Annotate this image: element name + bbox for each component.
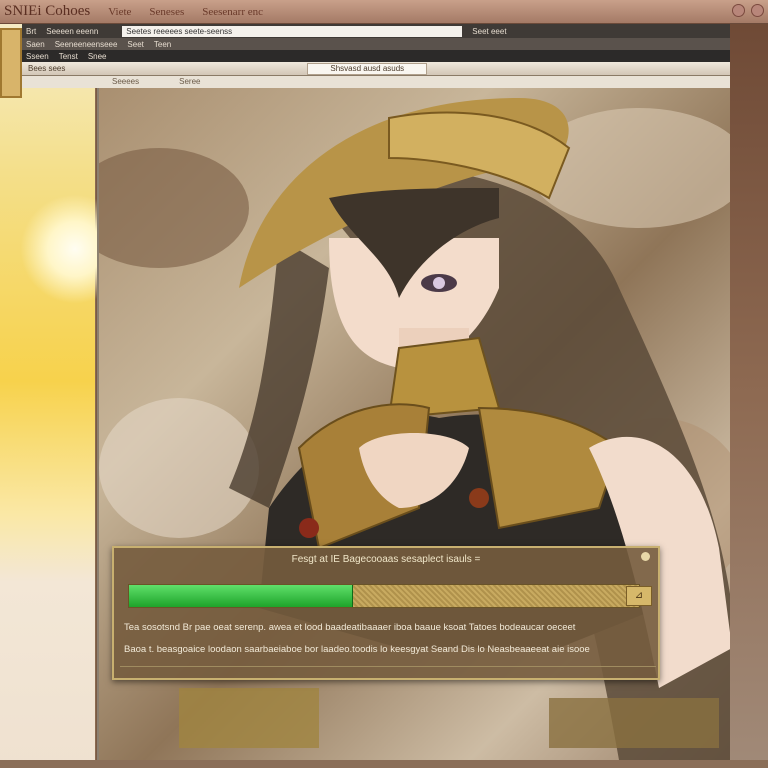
address-field[interactable]: Seetes reeeees seete-seenss — [122, 25, 463, 37]
minimize-icon[interactable] — [732, 4, 745, 17]
toolbar3-item-1[interactable]: Sseen — [26, 52, 49, 61]
toolbar-primary: Brt Seeeen eeenn Seetes reeeees seete-se… — [22, 24, 730, 38]
maximize-icon[interactable] — [751, 4, 764, 17]
toolbar3-item-3[interactable]: Snee — [88, 52, 107, 61]
title-bar: SNIEi Cohoes Viete Seneses Seesenarr enc — [0, 0, 768, 24]
tab-strip: Bees sees Shsvasd ausd asuds — [22, 62, 730, 76]
toolbar2-item-4[interactable]: Teen — [154, 40, 171, 49]
toolbar2-item-2[interactable]: Seeneeneenseee — [55, 40, 118, 49]
dialog-title: Fesgt at IE Bagecooaas sesaplect isauls … — [291, 554, 481, 565]
toolbar3-item-2[interactable]: Tenst — [59, 52, 78, 61]
window-controls — [732, 4, 764, 17]
toolbar-item-1[interactable]: Brt — [26, 27, 36, 36]
toolbar2-item-3[interactable]: Seet — [127, 40, 143, 49]
menu-item-view[interactable]: Viete — [108, 6, 131, 18]
menu-item-services[interactable]: Seneses — [149, 6, 184, 18]
dialog-separator — [120, 666, 656, 667]
dialog-action-button[interactable]: ⊿ — [626, 586, 652, 606]
left-preview-panel — [0, 24, 130, 768]
toolbar2-item-1[interactable]: Saen — [26, 40, 45, 49]
right-side-strip — [730, 24, 768, 768]
progress-bar — [128, 584, 640, 608]
tab-active[interactable]: Shsvasd ausd asuds — [307, 62, 428, 75]
dialog-message-line-1: Tea sosotsnd Br pae oeat serenp. awea et… — [124, 622, 576, 633]
toolbar-item-2[interactable]: Seeeen eeenn — [46, 27, 98, 36]
progress-remaining — [353, 585, 639, 607]
sub-toolbar: Seeees Seree — [22, 76, 730, 88]
progress-dialog: Fesgt at IE Bagecooaas sesaplect isauls … — [112, 546, 660, 680]
progress-fill — [129, 585, 354, 607]
subbar-item-1[interactable]: Seeees — [112, 76, 139, 88]
dialog-message-line-2: Baoa t. beasgoaice loodaon saarbaeiaboe … — [124, 644, 590, 655]
app-title: SNIEi Cohoes — [4, 3, 91, 19]
menu-item-search[interactable]: Seesenarr enc — [202, 6, 263, 18]
toolbar-tertiary: Sseen Tenst Snee — [22, 50, 730, 62]
tab-left[interactable]: Bees sees — [28, 64, 65, 73]
subbar-item-2[interactable]: Seree — [179, 76, 200, 88]
toolbar-secondary: Saen Seeneeneenseee Seet Teen — [22, 38, 730, 50]
status-bar — [0, 760, 768, 768]
toolbar-item-3[interactable]: Seet eeet — [472, 27, 506, 36]
image-thumbnail-icon[interactable] — [0, 28, 22, 98]
close-icon[interactable] — [641, 552, 650, 561]
